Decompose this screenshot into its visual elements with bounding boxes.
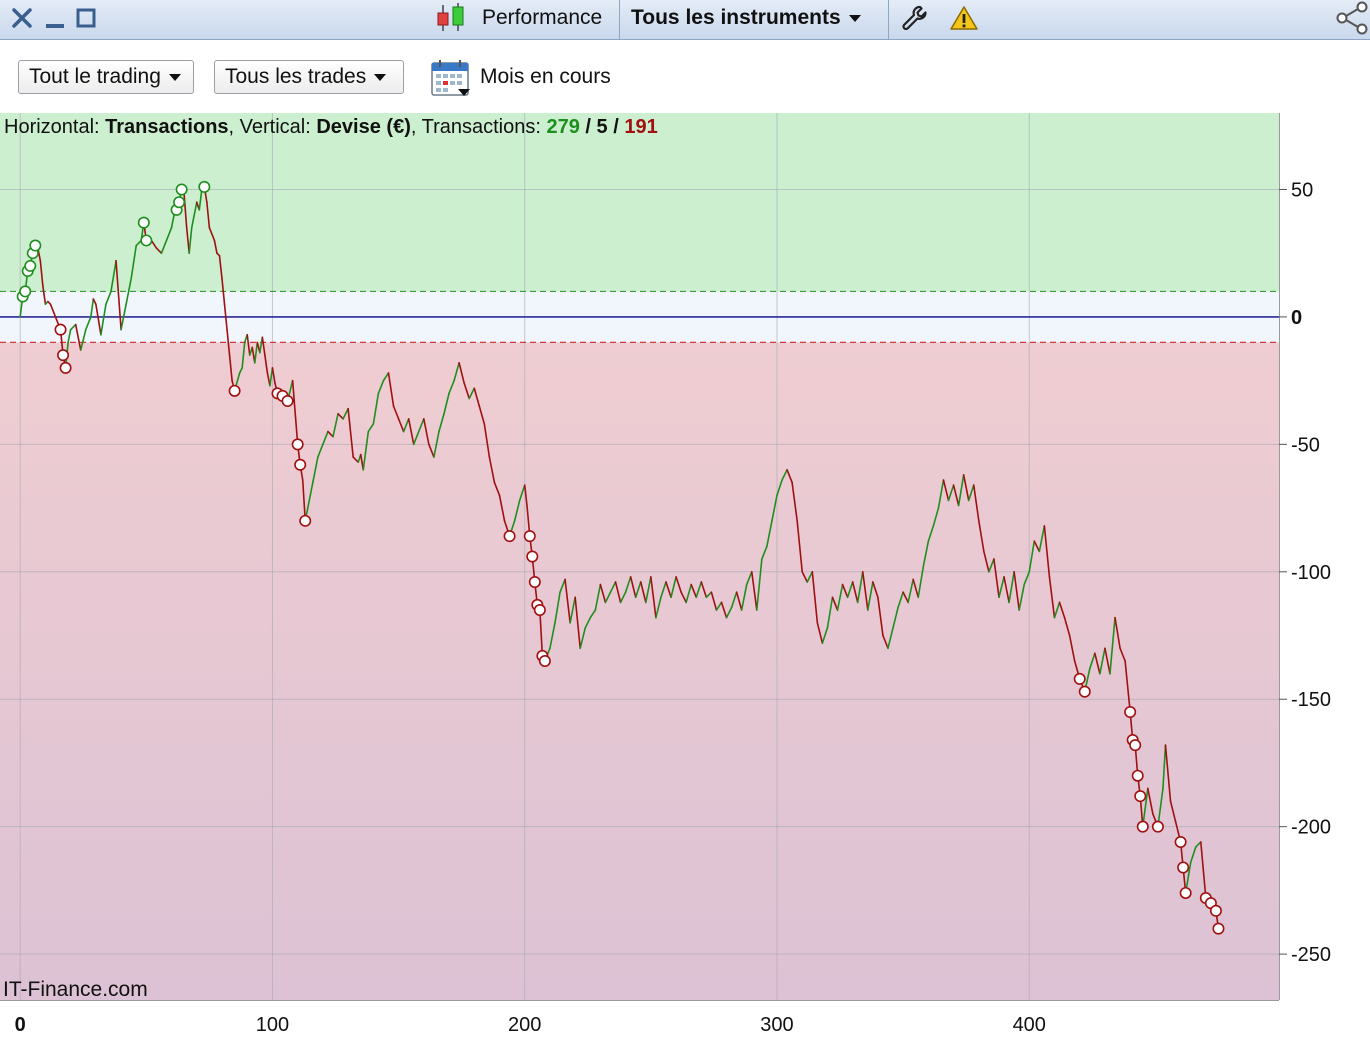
y-tick-label: -250: [1291, 944, 1331, 966]
instruments-menu[interactable]: Tous les instruments: [631, 4, 861, 32]
filter-toolbar: Tout le trading Tous les trades Mois en …: [0, 41, 1370, 113]
share-icon[interactable]: [1334, 1, 1370, 35]
trade-marker: [1129, 739, 1142, 752]
chevron-down-icon: [848, 14, 861, 22]
wrench-icon[interactable]: [898, 4, 930, 32]
trade-marker: [291, 438, 304, 451]
y-axis: 50 0 -50 -100 -150 -200 -250: [1279, 179, 1331, 966]
trade-marker: [19, 285, 32, 298]
x-tick-label: 100: [256, 1014, 289, 1036]
winning-count: 279: [546, 116, 580, 138]
trade-marker: [1134, 790, 1147, 803]
trade-marker: [299, 514, 312, 527]
x-tick-label: 300: [760, 1014, 793, 1036]
separator: [619, 0, 620, 40]
trade-marker: [1209, 904, 1222, 917]
trade-marker: [173, 196, 186, 209]
v-axis-value: Devise (€): [316, 116, 411, 138]
maximize-icon[interactable]: [73, 4, 99, 32]
trade-marker: [24, 259, 37, 272]
trading-filter-label: Tout le trading: [29, 65, 161, 88]
equity-chart: 50 0 -50 -100 -150 -200 -250 0 100 200 300 400: [0, 113, 1331, 1036]
trade-marker: [137, 216, 150, 229]
y-tick-label: 50: [1291, 179, 1313, 201]
trades-filter-dropdown[interactable]: Tous les trades: [214, 60, 404, 94]
title-bar: Performance Tous les instruments: [0, 0, 1370, 40]
y-tick-label: -50: [1291, 434, 1320, 456]
trade-marker: [523, 530, 536, 543]
trade-marker: [228, 384, 241, 397]
y-tick-label: -150: [1291, 689, 1331, 711]
trade-marker: [1131, 769, 1144, 782]
trade-marker: [175, 183, 188, 196]
trade-marker: [538, 655, 551, 668]
trade-marker: [503, 530, 516, 543]
chart-info-header: Horizontal: Transactions, Vertical: Devi…: [4, 113, 658, 141]
chevron-down-icon: [168, 73, 181, 81]
trade-marker: [1151, 820, 1164, 833]
x-tick-label: 200: [508, 1014, 541, 1036]
y-tick-label: -200: [1291, 817, 1331, 839]
trade-marker: [528, 575, 541, 588]
close-icon[interactable]: [8, 4, 36, 32]
watermark: IT-Finance.com: [3, 978, 148, 1001]
losing-count: 191: [624, 116, 658, 138]
trade-marker: [29, 239, 42, 252]
count-separator: /: [579, 116, 597, 138]
y-tick-label: 0: [1291, 307, 1302, 329]
trade-marker: [294, 458, 307, 471]
y-tick-label: -100: [1291, 562, 1331, 584]
trade-marker: [1212, 922, 1225, 935]
count-separator: /: [607, 116, 625, 138]
trade-marker: [198, 180, 211, 193]
v-axis-label: , Vertical:: [228, 116, 317, 138]
trade-marker: [57, 349, 70, 362]
trade-marker: [526, 550, 539, 563]
trade-marker: [1174, 835, 1187, 848]
h-axis-value: Transactions: [105, 116, 229, 138]
minimize-icon[interactable]: [42, 4, 68, 32]
h-axis-label: Horizontal:: [4, 116, 106, 138]
x-axis: 0 100 200 300 400: [15, 1014, 1046, 1036]
trades-filter-label: Tous les trades: [225, 65, 367, 88]
trade-marker: [1177, 861, 1190, 874]
trade-marker: [54, 323, 67, 336]
trade-marker: [1078, 685, 1091, 698]
loss-zone: [0, 342, 1279, 1000]
trading-filter-dropdown[interactable]: Tout le trading: [18, 60, 194, 94]
trade-marker: [533, 604, 546, 617]
period-label[interactable]: Mois en cours: [480, 63, 611, 91]
trade-marker: [1136, 820, 1149, 833]
instruments-menu-label: Tous les instruments: [631, 6, 841, 29]
calendar-icon[interactable]: [430, 59, 472, 99]
trade-marker: [1179, 886, 1192, 899]
trade-marker: [140, 234, 153, 247]
neutral-count: 5: [596, 116, 608, 138]
trade-marker: [1073, 672, 1086, 685]
chevron-down-icon: [374, 73, 387, 81]
x-tick-label: 400: [1013, 1014, 1046, 1036]
trade-marker: [59, 361, 72, 374]
trade-marker: [1124, 705, 1137, 718]
transactions-label: , Transactions:: [410, 116, 547, 138]
x-tick-label: 0: [15, 1014, 26, 1036]
trade-marker: [281, 395, 294, 408]
separator: [888, 0, 889, 40]
performance-tab[interactable]: Performance: [482, 4, 602, 32]
candlestick-icon[interactable]: [430, 3, 470, 32]
warning-icon[interactable]: [948, 4, 980, 32]
